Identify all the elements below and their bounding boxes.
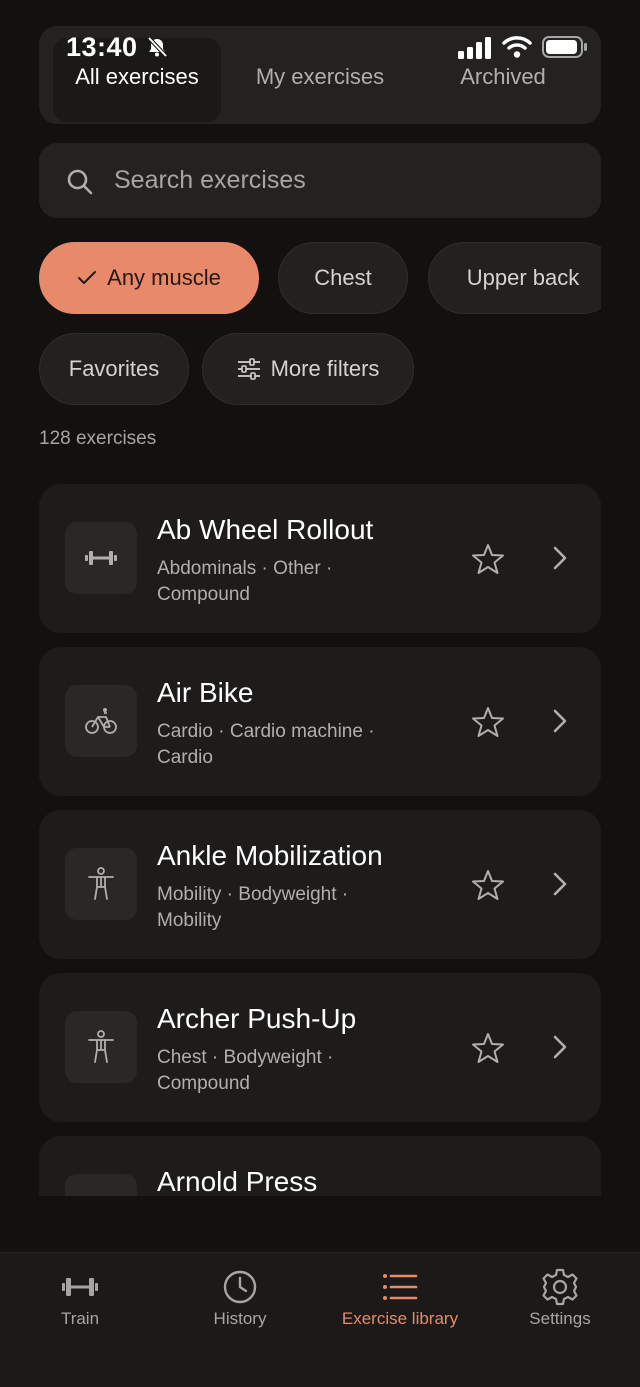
exercise-meta-line2: Mobility [157,910,222,931]
status-bar: 13:40 [0,0,640,70]
exercise-name: Ab Wheel Rollout [157,514,374,545]
nav-train-label: Train [60,1309,100,1328]
nav-exercise-library[interactable]: Exercise library [320,1253,480,1353]
more-filters-label: More filters [270,356,380,381]
wifi-icon [502,36,532,58]
exercise-meta-line1: Abdominals · Other · [157,558,333,579]
favorite-star-icon[interactable] [471,542,505,576]
exercise-name: Ankle Mobilization [157,840,383,871]
bottom-navigation: Train History Exercise library Settings [0,1252,640,1387]
dumbbell-icon [62,1278,98,1296]
exercise-thumbnail [65,848,137,920]
person-icon [88,867,114,900]
nav-settings[interactable]: Settings [480,1253,640,1353]
chip-upper-back[interactable]: Upper back [428,242,601,314]
chip-favorites[interactable]: Favorites [39,333,189,405]
chevron-right-icon [553,546,567,570]
chevron-right-icon [553,872,567,896]
exercise-meta: Mobility · Bodyweight · Mobility [157,882,397,934]
chip-favorites-label: Favorites [68,356,160,381]
bell-muted-icon [147,36,168,58]
exercise-thumbnail [65,1011,137,1083]
chip-chest[interactable]: Chest [278,242,408,314]
exercise-meta-line2: Cardio [157,747,213,768]
sliders-icon [237,358,261,380]
nav-history[interactable]: History [160,1253,320,1353]
list-item[interactable]: Ankle Mobilization Mobility · Bodyweight… [39,810,601,959]
favorite-star-icon[interactable] [471,1031,505,1065]
chip-any-muscle-label: Any muscle [107,265,221,290]
exercise-thumbnail [65,1174,137,1196]
exercise-name: Archer Push-Up [157,1003,357,1034]
exercise-thumbnail [65,522,137,594]
nav-train[interactable]: Train [0,1253,160,1353]
search-input[interactable] [114,143,584,218]
nav-exercise-library-label: Exercise library [341,1309,459,1328]
battery-icon [542,36,587,58]
bike-icon [85,708,117,734]
search-icon [67,169,93,195]
chip-any-muscle[interactable]: Any muscle [39,242,259,314]
exercise-name: Arnold Press [157,1166,318,1196]
exercise-meta-line1: Chest · Bodyweight · [157,1047,334,1068]
list-item[interactable]: Archer Push-Up Chest · Bodyweight · Comp… [39,973,601,1122]
list-item[interactable]: Arnold Press [39,1136,601,1196]
chip-upper-back-label: Upper back [466,265,580,290]
exercise-meta-line2: Compound [157,1073,250,1094]
exercise-meta: Abdominals · Other · Compound [157,556,397,608]
status-time: 13:40 [66,32,138,62]
list-item[interactable]: Ab Wheel Rollout Abdominals · Other · Co… [39,484,601,633]
list-icon [383,1274,418,1300]
list-item[interactable]: Air Bike Cardio · Cardio machine · Cardi… [39,647,601,796]
exercise-thumbnail [65,685,137,757]
exercise-meta: Chest · Bodyweight · Compound [157,1045,397,1097]
cellular-signal-icon [458,37,491,59]
exercise-meta-line1: Mobility · Bodyweight · [157,884,349,905]
exercise-meta-line1: Cardio · Cardio machine · [157,721,375,742]
checkmark-icon [77,270,97,286]
search-bar[interactable] [39,143,601,218]
favorite-star-icon[interactable] [471,705,505,739]
clock-icon [223,1270,257,1304]
exercise-meta-line2: Compound [157,584,250,605]
exercise-list: Ab Wheel Rollout Abdominals · Other · Co… [0,470,640,1196]
chevron-right-icon [553,709,567,733]
gear-icon [542,1268,578,1306]
nav-settings-label: Settings [529,1309,591,1328]
exercise-name: Air Bike [157,677,254,708]
exercise-count: 128 exercises [39,428,157,449]
chevron-right-icon [553,1035,567,1059]
exercise-meta: Cardio · Cardio machine · Cardio [157,719,397,771]
chip-chest-label: Chest [314,265,372,290]
more-filters-button[interactable]: More filters [202,333,414,405]
person-icon [88,1030,114,1063]
nav-history-label: History [213,1309,267,1328]
favorite-star-icon[interactable] [471,868,505,902]
muscle-filter-row: Any muscle Chest Upper back [0,240,601,320]
dumbbell-icon [85,551,117,565]
